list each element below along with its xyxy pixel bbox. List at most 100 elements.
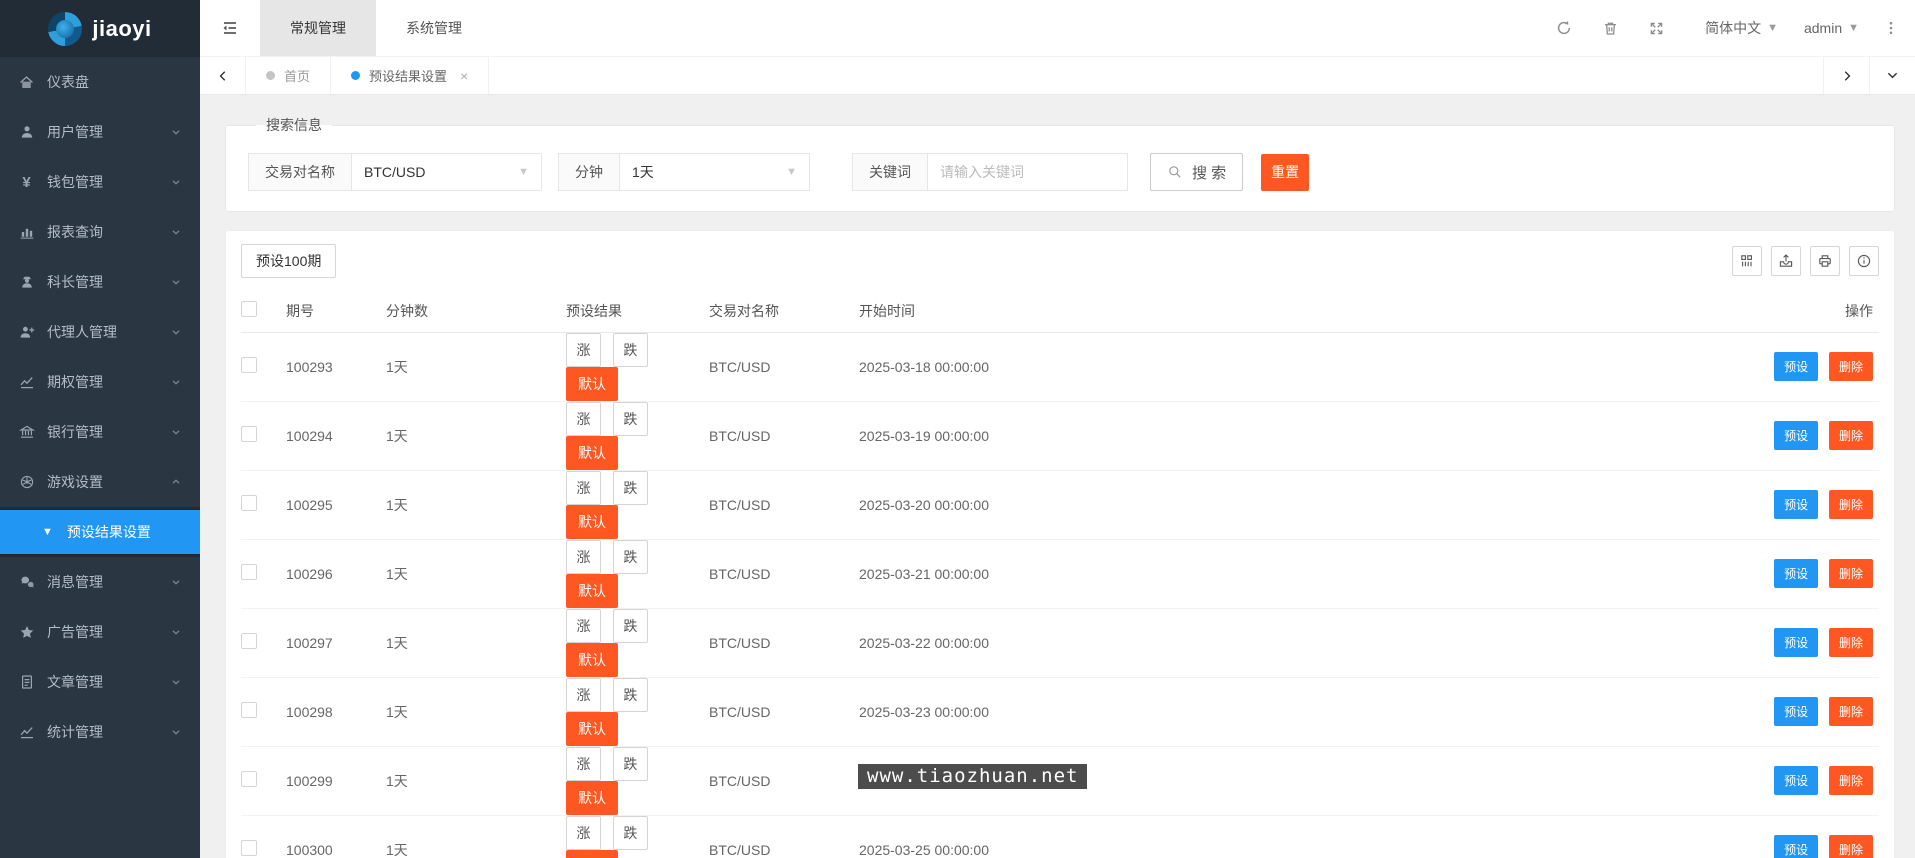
reset-button[interactable]: 重置 xyxy=(1261,154,1309,191)
fall-button[interactable]: 跌 xyxy=(613,333,648,367)
refresh-button[interactable] xyxy=(1541,0,1587,57)
default-button[interactable]: 默认 xyxy=(566,505,618,539)
delete-action-button[interactable]: 删除 xyxy=(1829,628,1873,657)
table-row: 100300 1天 涨 跌 默认 BTC/USD 2025-03-25 00:0… xyxy=(241,815,1879,858)
cell-pair: BTC/USD xyxy=(709,539,859,608)
row-checkbox[interactable] xyxy=(241,633,257,649)
fall-button[interactable]: 跌 xyxy=(613,816,648,850)
default-button[interactable]: 默认 xyxy=(566,850,618,858)
row-checkbox[interactable] xyxy=(241,357,257,373)
preset-100-button[interactable]: 预设100期 xyxy=(241,244,336,278)
fullscreen-button[interactable] xyxy=(1633,0,1679,57)
default-button[interactable]: 默认 xyxy=(566,367,618,401)
row-checkbox[interactable] xyxy=(241,702,257,718)
info-button[interactable] xyxy=(1849,246,1879,276)
more-menu-button[interactable] xyxy=(1883,19,1899,37)
sidebar-item-wallet[interactable]: ¥ 钱包管理 xyxy=(0,157,200,207)
pair-select[interactable]: BTC/USD ▼ xyxy=(352,153,542,191)
print-button[interactable] xyxy=(1810,246,1840,276)
fall-button[interactable]: 跌 xyxy=(613,402,648,436)
fall-button[interactable]: 跌 xyxy=(613,678,648,712)
table-row: 100298 1天 涨 跌 默认 BTC/USD 2025-03-23 00:0… xyxy=(241,677,1879,746)
tab-dot-icon xyxy=(266,71,275,80)
chevron-down-icon xyxy=(1885,68,1900,83)
default-button[interactable]: 默认 xyxy=(566,712,618,746)
fall-button[interactable]: 跌 xyxy=(613,540,648,574)
sidebar-item-options[interactable]: 期权管理 xyxy=(0,357,200,407)
cell-pair: BTC/USD xyxy=(709,332,859,401)
delete-action-button[interactable]: 删除 xyxy=(1829,352,1873,381)
search-button[interactable]: 搜 索 xyxy=(1150,153,1243,191)
rise-button[interactable]: 涨 xyxy=(566,540,601,574)
preset-action-button[interactable]: 预设 xyxy=(1774,697,1818,726)
row-checkbox[interactable] xyxy=(241,840,257,856)
top-tab-system[interactable]: 系统管理 xyxy=(376,0,492,56)
preset-action-button[interactable]: 预设 xyxy=(1774,421,1818,450)
cell-pair: BTC/USD xyxy=(709,815,859,858)
clear-cache-button[interactable] xyxy=(1587,0,1633,57)
preset-action-button[interactable]: 预设 xyxy=(1774,766,1818,795)
cell-actions: 预设 删除 xyxy=(1744,470,1879,539)
preset-action-button[interactable]: 预设 xyxy=(1774,490,1818,519)
preset-action-button[interactable]: 预设 xyxy=(1774,352,1818,381)
row-checkbox[interactable] xyxy=(241,771,257,787)
sidebar-menu: 仪表盘 用户管理 ¥ 钱包管理 报表查询 xyxy=(0,57,200,858)
sidebar-item-section-chief[interactable]: 科长管理 xyxy=(0,257,200,307)
sidebar-item-reports[interactable]: 报表查询 xyxy=(0,207,200,257)
delete-action-button[interactable]: 删除 xyxy=(1829,697,1873,726)
preset-action-button[interactable]: 预设 xyxy=(1774,559,1818,588)
sidebar-item-bank[interactable]: 银行管理 xyxy=(0,407,200,457)
rise-button[interactable]: 涨 xyxy=(566,402,601,436)
select-all-checkbox[interactable] xyxy=(241,301,257,317)
fall-button[interactable]: 跌 xyxy=(613,747,648,781)
delete-action-button[interactable]: 删除 xyxy=(1829,490,1873,519)
sidebar-item-label: 钱包管理 xyxy=(47,172,103,192)
rise-button[interactable]: 涨 xyxy=(566,609,601,643)
tabs-scroll-left-button[interactable] xyxy=(200,57,246,94)
fold-menu-button[interactable] xyxy=(200,0,260,56)
delete-action-button[interactable]: 删除 xyxy=(1829,559,1873,588)
row-checkbox[interactable] xyxy=(241,495,257,511)
sidebar-item-messages[interactable]: 消息管理 xyxy=(0,557,200,607)
language-dropdown[interactable]: 简体中文 ▼ xyxy=(1705,18,1778,38)
cell-minutes: 1天 xyxy=(386,401,566,470)
top-tab-general[interactable]: 常规管理 xyxy=(260,0,376,56)
export-button[interactable] xyxy=(1771,246,1801,276)
delete-action-button[interactable]: 删除 xyxy=(1829,766,1873,795)
page-tab-home[interactable]: 首页 xyxy=(246,57,331,94)
filter-columns-button[interactable] xyxy=(1732,246,1762,276)
close-tab-icon[interactable]: × xyxy=(460,68,468,84)
user-dropdown[interactable]: admin ▼ xyxy=(1804,20,1859,36)
row-checkbox[interactable] xyxy=(241,564,257,580)
default-button[interactable]: 默认 xyxy=(566,436,618,470)
sidebar-item-dashboard[interactable]: 仪表盘 xyxy=(0,57,200,107)
minute-select[interactable]: 1天 ▼ xyxy=(620,153,810,191)
top-tab-label: 系统管理 xyxy=(406,18,462,38)
sidebar-item-agents[interactable]: 代理人管理 xyxy=(0,307,200,357)
default-button[interactable]: 默认 xyxy=(566,643,618,677)
preset-action-button[interactable]: 预设 xyxy=(1774,628,1818,657)
sidebar-item-ads[interactable]: 广告管理 xyxy=(0,607,200,657)
tabs-menu-button[interactable] xyxy=(1869,57,1915,94)
row-checkbox[interactable] xyxy=(241,426,257,442)
sidebar-item-articles[interactable]: 文章管理 xyxy=(0,657,200,707)
rise-button[interactable]: 涨 xyxy=(566,333,601,367)
sidebar-item-game-settings[interactable]: 游戏设置 xyxy=(0,457,200,507)
rise-button[interactable]: 涨 xyxy=(566,678,601,712)
sidebar-subitem-preset-results[interactable]: ▼ 预设结果设置 xyxy=(0,510,200,554)
fall-button[interactable]: 跌 xyxy=(613,609,648,643)
rise-button[interactable]: 涨 xyxy=(566,816,601,850)
preset-action-button[interactable]: 预设 xyxy=(1774,835,1818,858)
delete-action-button[interactable]: 删除 xyxy=(1829,421,1873,450)
tabs-scroll-right-button[interactable] xyxy=(1823,57,1869,94)
keyword-input[interactable] xyxy=(928,153,1128,191)
default-button[interactable]: 默认 xyxy=(566,574,618,608)
rise-button[interactable]: 涨 xyxy=(566,747,601,781)
fall-button[interactable]: 跌 xyxy=(613,471,648,505)
rise-button[interactable]: 涨 xyxy=(566,471,601,505)
default-button[interactable]: 默认 xyxy=(566,781,618,815)
delete-action-button[interactable]: 删除 xyxy=(1829,835,1873,858)
sidebar-item-users[interactable]: 用户管理 xyxy=(0,107,200,157)
page-tab-preset-results[interactable]: 预设结果设置 × xyxy=(331,57,489,94)
sidebar-item-statistics[interactable]: 统计管理 xyxy=(0,707,200,757)
